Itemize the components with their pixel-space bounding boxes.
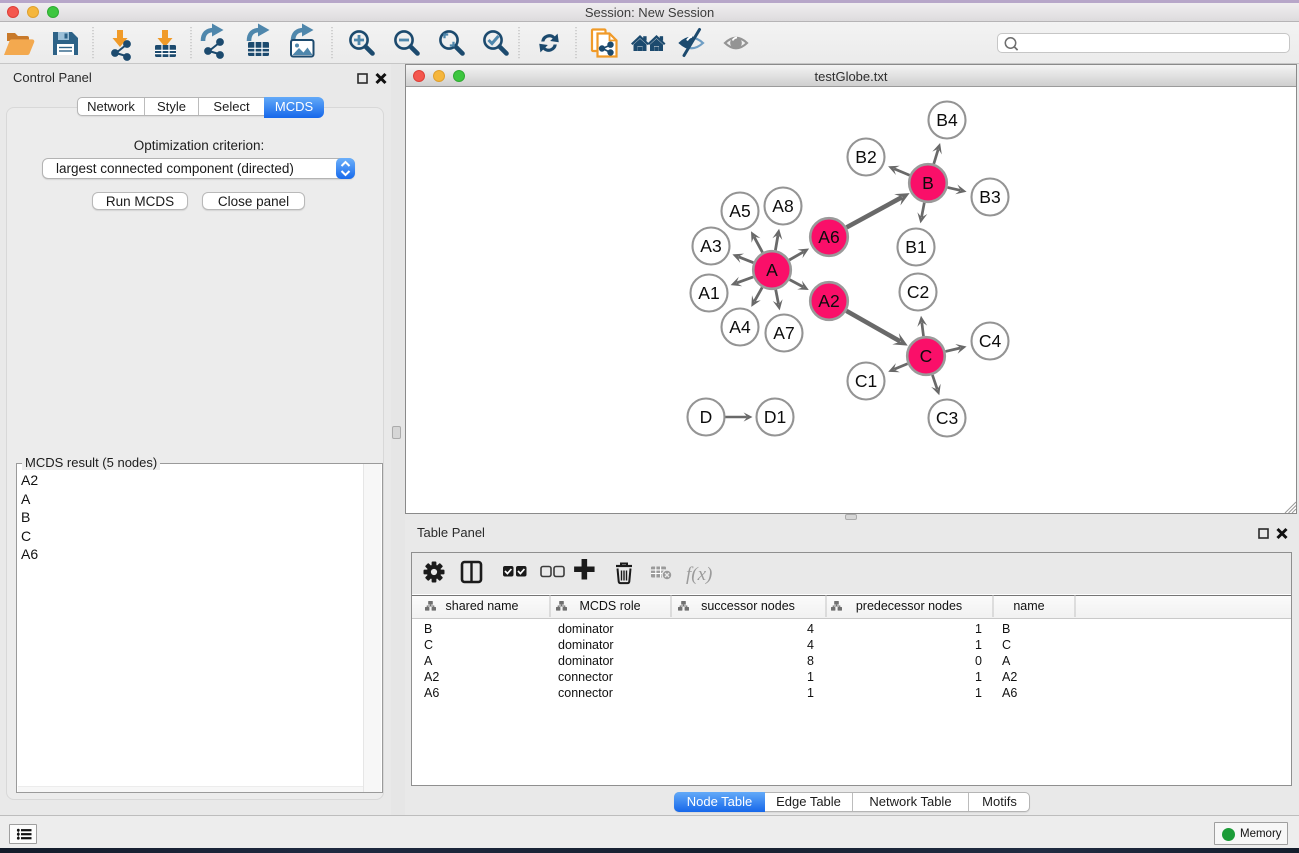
svg-text:B: B	[922, 173, 934, 193]
svg-text:shared name: shared name	[446, 599, 519, 613]
svg-text:4: 4	[807, 622, 814, 636]
svg-text:A3: A3	[700, 236, 721, 256]
svg-text:A: A	[424, 654, 433, 668]
svg-text:A6: A6	[424, 686, 439, 700]
svg-text:8: 8	[807, 654, 814, 668]
svg-text:name: name	[1013, 599, 1044, 613]
svg-text:C: C	[1002, 638, 1011, 652]
svg-text:B2: B2	[855, 147, 876, 167]
svg-text:0: 0	[975, 654, 982, 668]
svg-text:A2: A2	[424, 670, 439, 684]
svg-text:A7: A7	[773, 323, 794, 343]
svg-text:1: 1	[975, 638, 982, 652]
svg-text:C1: C1	[855, 371, 877, 391]
svg-text:connector: connector	[558, 670, 613, 684]
svg-text:B: B	[424, 622, 432, 636]
svg-text:B: B	[1002, 622, 1010, 636]
svg-text:1: 1	[975, 622, 982, 636]
svg-text:C4: C4	[979, 331, 1002, 351]
svg-text:D1: D1	[764, 407, 786, 427]
svg-text:C: C	[920, 346, 933, 366]
svg-text:dominator: dominator	[558, 622, 614, 636]
svg-text:C3: C3	[936, 408, 958, 428]
svg-text:A6: A6	[1002, 686, 1017, 700]
svg-text:1: 1	[807, 670, 814, 684]
svg-text:D: D	[700, 407, 713, 427]
svg-text:1: 1	[975, 686, 982, 700]
svg-text:C: C	[424, 638, 433, 652]
svg-text:1: 1	[807, 686, 814, 700]
svg-text:A: A	[766, 260, 778, 280]
svg-text:B4: B4	[936, 110, 958, 130]
svg-text:A8: A8	[772, 196, 793, 216]
svg-text:B3: B3	[979, 187, 1000, 207]
svg-text:B1: B1	[905, 237, 926, 257]
svg-text:A: A	[1002, 654, 1011, 668]
svg-text:A4: A4	[729, 317, 751, 337]
svg-text:predecessor nodes: predecessor nodes	[856, 599, 962, 613]
svg-text:successor nodes: successor nodes	[701, 599, 795, 613]
svg-text:MCDS role: MCDS role	[579, 599, 640, 613]
svg-text:4: 4	[807, 638, 814, 652]
svg-text:A1: A1	[698, 283, 719, 303]
svg-text:A6: A6	[818, 227, 839, 247]
svg-text:A2: A2	[1002, 670, 1017, 684]
svg-text:dominator: dominator	[558, 654, 614, 668]
svg-text:A5: A5	[729, 201, 750, 221]
svg-text:dominator: dominator	[558, 638, 614, 652]
svg-text:C2: C2	[907, 282, 929, 302]
svg-text:connector: connector	[558, 686, 613, 700]
svg-text:1: 1	[975, 670, 982, 684]
svg-text:A2: A2	[818, 291, 839, 311]
